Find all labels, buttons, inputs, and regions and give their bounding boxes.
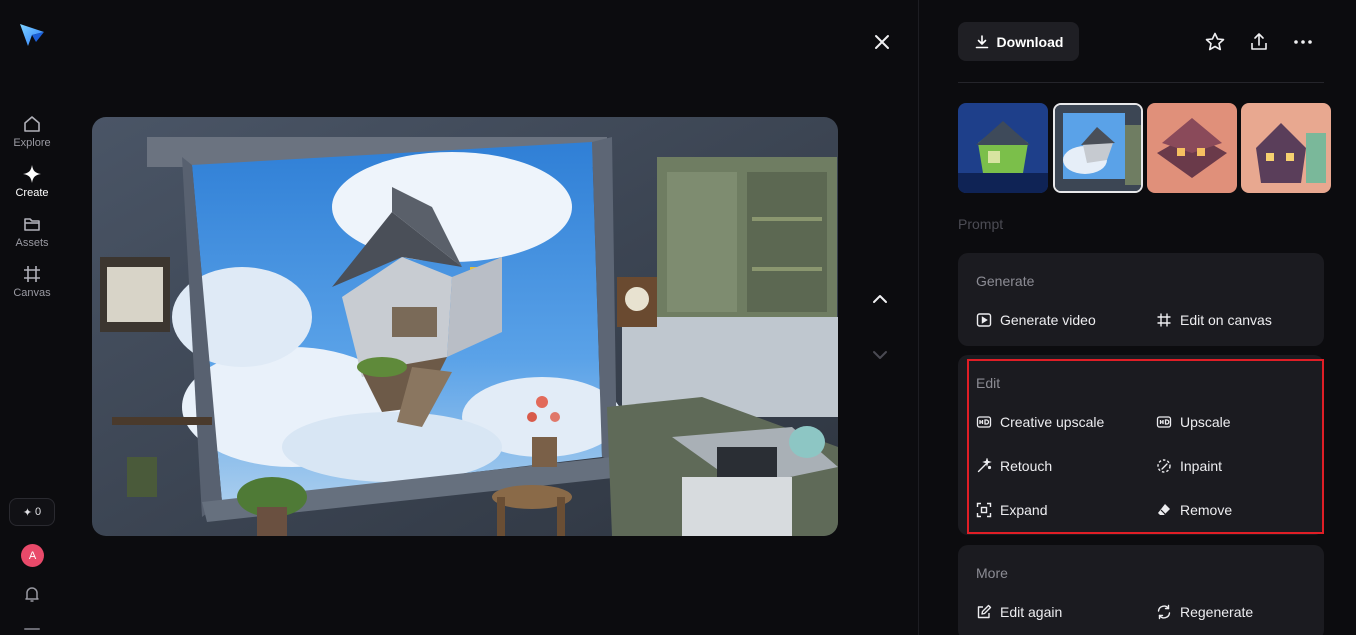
edit-again-icon — [977, 604, 992, 619]
thumbnail-image — [958, 103, 1048, 193]
home-icon — [24, 116, 40, 132]
hd-plus-icon — [976, 416, 992, 428]
kitchen-floating-house-illustration — [92, 117, 838, 536]
more-title: More — [976, 565, 1008, 581]
star-icon[interactable] — [1204, 31, 1226, 53]
action-label: Inpaint — [1180, 458, 1223, 474]
upscale-button[interactable]: Upscale — [1156, 414, 1231, 430]
action-label: Generate video — [1000, 312, 1096, 328]
close-icon[interactable] — [870, 30, 894, 54]
action-label: Retouch — [1000, 458, 1053, 474]
generate-video-button[interactable]: Generate video — [976, 312, 1096, 328]
creative-upscale-button[interactable]: Creative upscale — [976, 414, 1104, 430]
retouch-button[interactable]: Retouch — [976, 458, 1052, 474]
menu-line[interactable] — [24, 628, 40, 630]
sparkle-icon — [23, 165, 41, 183]
chevron-down-icon[interactable] — [868, 343, 892, 367]
thumbnail-3[interactable] — [1147, 103, 1237, 193]
magic-wand-icon — [977, 458, 992, 473]
sidebar-item-assets[interactable]: Assets — [0, 214, 64, 249]
thumbnail-image — [1055, 105, 1141, 191]
thumbnail-2[interactable] — [1053, 103, 1143, 193]
action-label: Upscale — [1180, 414, 1231, 430]
generated-image — [92, 117, 838, 536]
sidebar-item-canvas[interactable]: Canvas — [0, 264, 64, 299]
thumbnail-1[interactable] — [958, 103, 1048, 193]
download-icon — [975, 34, 988, 48]
thumbnail-image — [1147, 103, 1237, 193]
more-options-icon[interactable] — [1292, 31, 1314, 53]
sidebar-item-create[interactable]: Create — [0, 164, 64, 199]
action-label: Edit on canvas — [1180, 312, 1272, 328]
bell-icon[interactable] — [23, 585, 41, 603]
share-icon[interactable] — [1248, 31, 1270, 53]
panel-separator — [958, 82, 1324, 83]
edit-again-button[interactable]: Edit again — [976, 604, 1062, 620]
play-icon — [976, 313, 992, 327]
download-button[interactable]: Download — [958, 22, 1079, 61]
credits-count: 0 — [35, 506, 42, 518]
action-label: Creative upscale — [1000, 414, 1105, 430]
app-logo-icon[interactable] — [18, 22, 46, 48]
sidebar-item-label: Create — [15, 187, 49, 199]
sparkle-small-icon: ✦ — [22, 506, 33, 519]
regenerate-button[interactable]: Regenerate — [1156, 604, 1253, 620]
more-card: More Edit again Regenerate — [958, 545, 1324, 635]
sidebar: Explore Create Assets Canvas ✦ 0 A — [0, 0, 64, 635]
inpaint-button[interactable]: Inpaint — [1156, 458, 1222, 474]
inpaint-brush-icon — [1157, 459, 1171, 473]
prompt-label: Prompt — [958, 216, 1004, 232]
credits-button[interactable]: ✦ 0 — [9, 498, 55, 526]
generate-title: Generate — [976, 273, 1035, 289]
action-label: Edit again — [1000, 604, 1063, 620]
edit-card: Edit Creative upscale Upscale Retouch In… — [958, 355, 1324, 535]
edit-on-canvas-button[interactable]: Edit on canvas — [1156, 312, 1272, 328]
avatar[interactable]: A — [21, 544, 44, 567]
canvas-icon — [24, 266, 40, 282]
sidebar-item-label: Explore — [13, 137, 51, 149]
expand-button[interactable]: Expand — [976, 502, 1047, 518]
canvas-icon — [1157, 313, 1171, 327]
hd-icon — [1156, 416, 1172, 428]
generate-card: Generate Generate video Edit on canvas — [958, 253, 1324, 346]
action-label: Expand — [1000, 502, 1048, 518]
regenerate-icon — [1157, 604, 1171, 620]
download-label: Download — [996, 33, 1064, 50]
chevron-up-icon[interactable] — [868, 287, 892, 311]
eraser-icon — [1158, 504, 1170, 515]
image-viewer — [64, 0, 918, 635]
edit-title: Edit — [976, 375, 1001, 391]
folder-icon — [24, 218, 40, 231]
action-label: Remove — [1180, 502, 1233, 518]
thumbnail-4[interactable] — [1241, 103, 1331, 193]
thumbnail-image — [1241, 103, 1331, 193]
details-panel: Download Prompt Generate Generate video … — [919, 0, 1356, 635]
sidebar-item-label: Assets — [15, 237, 49, 249]
expand-icon — [976, 502, 992, 518]
sidebar-item-label: Canvas — [13, 287, 51, 299]
sidebar-item-explore[interactable]: Explore — [0, 114, 64, 149]
avatar-letter: A — [28, 549, 37, 562]
remove-button[interactable]: Remove — [1156, 502, 1232, 518]
action-label: Regenerate — [1180, 604, 1254, 620]
